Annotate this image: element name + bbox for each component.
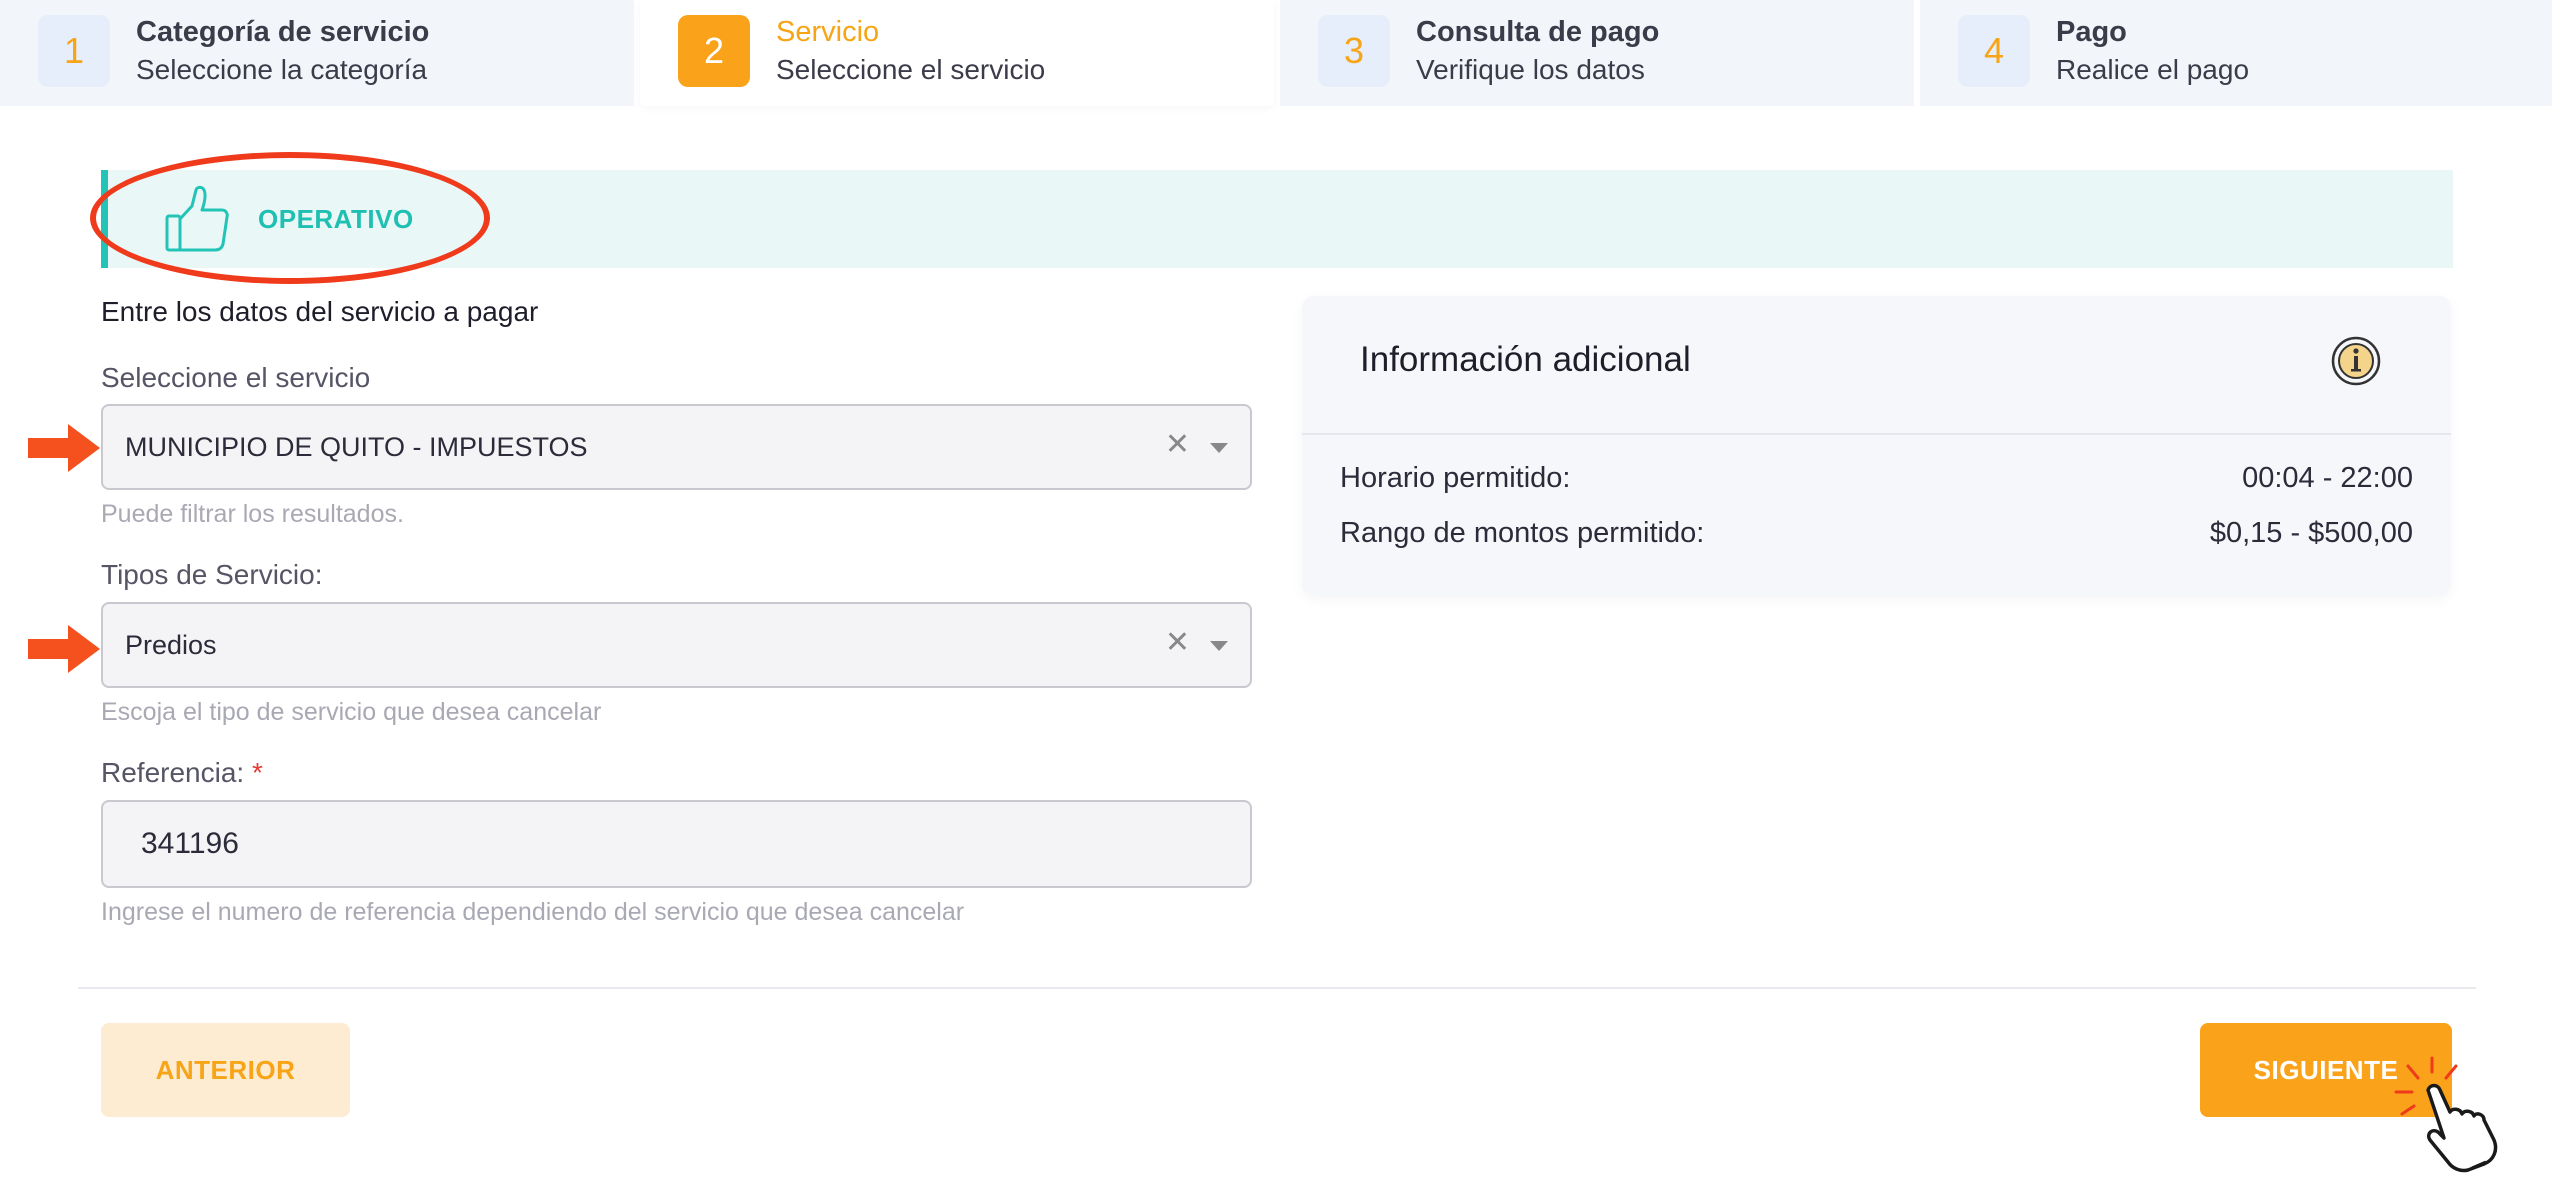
arrow-icon bbox=[28, 625, 100, 673]
step-subtitle: Verifique los datos bbox=[1416, 54, 1645, 85]
step-service[interactable]: 2 Servicio Seleccione el servicio bbox=[640, 0, 1274, 106]
step-text: Servicio Seleccione el servicio bbox=[776, 14, 1045, 90]
form-heading: Entre los datos del servicio a pagar bbox=[101, 296, 539, 327]
step-payment[interactable]: 4 Pago Realice el pago bbox=[1920, 0, 2552, 106]
step-subtitle: Seleccione el servicio bbox=[776, 54, 1046, 85]
service-select-value: MUNICIPIO DE QUITO - IMPUESTOS bbox=[125, 432, 588, 462]
step-number: 1 bbox=[38, 15, 110, 87]
info-row: Horario permitido: 00:04 - 22:00 bbox=[1340, 462, 2413, 502]
footer-divider bbox=[78, 987, 2476, 989]
step-text: Categoría de servicio Seleccione la cate… bbox=[136, 14, 429, 90]
clear-icon[interactable]: ✕ bbox=[1165, 628, 1190, 658]
service-type-label: Tipos de Servicio: bbox=[101, 559, 323, 590]
previous-button[interactable]: ANTERIOR bbox=[101, 1023, 350, 1117]
service-type-hint: Escoja el tipo de servicio que desea can… bbox=[101, 698, 602, 726]
service-select[interactable]: MUNICIPIO DE QUITO - IMPUESTOS ✕ bbox=[101, 404, 1252, 490]
reference-label: Referencia: * bbox=[101, 757, 263, 789]
step-number: 2 bbox=[678, 15, 750, 87]
info-card: Información adicional Horario permitido:… bbox=[1302, 296, 2451, 596]
hand-cursor-icon bbox=[2394, 1056, 2498, 1173]
service-type-select-value: Predios bbox=[125, 630, 217, 660]
chevron-down-icon[interactable] bbox=[1210, 443, 1228, 453]
stepper: 1 Categoría de servicio Seleccione la ca… bbox=[0, 0, 2552, 106]
step-title: Servicio bbox=[776, 16, 880, 48]
step-title: Consulta de pago bbox=[1416, 16, 1660, 48]
arrow-icon bbox=[28, 424, 100, 472]
step-category[interactable]: 1 Categoría de servicio Seleccione la ca… bbox=[0, 0, 634, 106]
step-text: Consulta de pago Verifique los datos bbox=[1416, 14, 1659, 90]
info-row-key: Horario permitido: bbox=[1340, 462, 1571, 494]
info-title: Información adicional bbox=[1360, 340, 1691, 379]
step-number: 4 bbox=[1958, 15, 2030, 87]
step-subtitle: Seleccione la categoría bbox=[136, 54, 428, 85]
service-label: Seleccione el servicio bbox=[101, 362, 371, 393]
chevron-down-icon[interactable] bbox=[1210, 641, 1228, 651]
step-title: Categoría de servicio bbox=[136, 16, 430, 48]
info-row: Rango de montos permitido: $0,15 - $500,… bbox=[1340, 517, 2413, 557]
info-icon bbox=[2331, 336, 2381, 386]
clear-icon[interactable]: ✕ bbox=[1165, 430, 1190, 460]
step-payment-query[interactable]: 3 Consulta de pago Verifique los datos bbox=[1280, 0, 1914, 106]
info-row-value: 00:04 - 22:00 bbox=[2242, 462, 2413, 494]
step-number: 3 bbox=[1318, 15, 1390, 87]
reference-label-text: Referencia: bbox=[101, 757, 245, 788]
service-type-select[interactable]: Predios ✕ bbox=[101, 602, 1252, 688]
reference-input[interactable] bbox=[101, 800, 1252, 888]
reference-hint: Ingrese el numero de referencia dependie… bbox=[101, 898, 965, 926]
required-mark: * bbox=[251, 757, 263, 788]
info-row-key: Rango de montos permitido: bbox=[1340, 517, 1705, 549]
info-divider bbox=[1302, 433, 2451, 435]
step-subtitle: Realice el pago bbox=[2056, 54, 2250, 85]
info-row-value: $0,15 - $500,00 bbox=[2209, 517, 2413, 549]
step-title: Pago bbox=[2056, 16, 2127, 48]
service-hint: Puede filtrar los resultados. bbox=[101, 500, 404, 528]
step-text: Pago Realice el pago bbox=[2056, 14, 2249, 90]
highlight-circle bbox=[90, 152, 490, 284]
